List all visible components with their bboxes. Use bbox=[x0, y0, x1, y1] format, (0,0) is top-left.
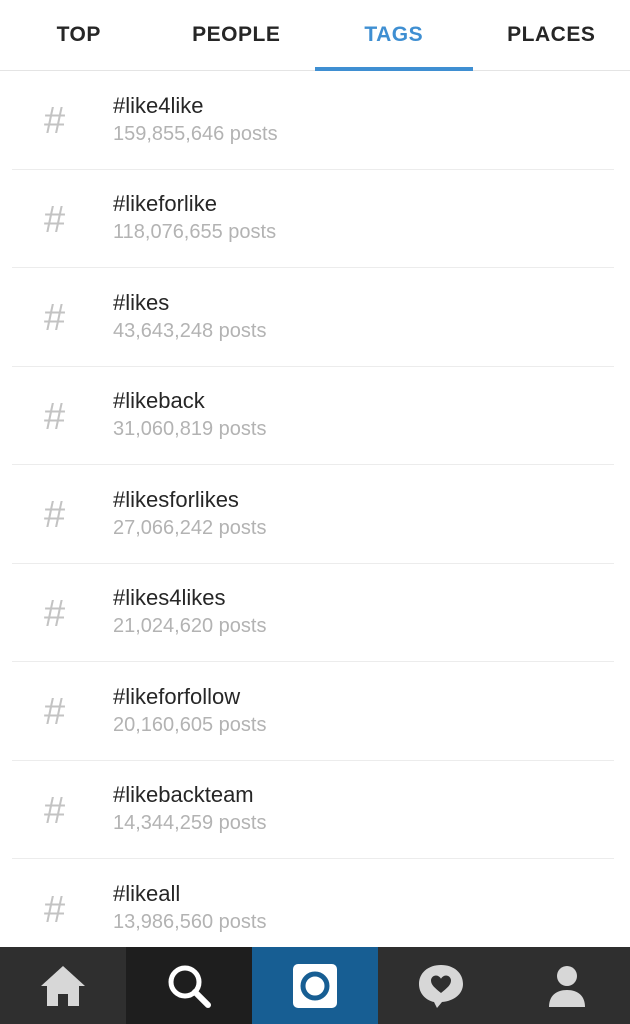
nav-home-button[interactable] bbox=[0, 947, 126, 1024]
tag-result-row[interactable]: # #likes4likes 21,024,620 posts bbox=[12, 564, 614, 662]
hashtag-icon: # bbox=[44, 494, 66, 537]
hashtag-icon: # bbox=[44, 395, 66, 438]
tag-name: #likes4likes bbox=[113, 585, 226, 611]
hashtag-icon: # bbox=[44, 691, 66, 734]
tag-post-count: 159,855,646 posts bbox=[113, 122, 278, 145]
hashtag-icon: # bbox=[44, 297, 66, 340]
tab-places[interactable]: PLACES bbox=[473, 0, 630, 70]
tag-name: #like4like bbox=[113, 92, 204, 118]
tag-result-row[interactable]: # #like4like 159,855,646 posts bbox=[12, 71, 614, 170]
nav-search-button[interactable] bbox=[126, 947, 252, 1024]
tag-name: #likesforlikes bbox=[113, 486, 239, 512]
search-category-tabs: TOP PEOPLE TAGS PLACES bbox=[0, 0, 630, 71]
tag-result-text: #like4like 159,855,646 posts bbox=[102, 92, 278, 148]
tag-name: #likeforlike bbox=[113, 191, 217, 217]
hashtag-icon: # bbox=[44, 592, 66, 635]
tag-result-row[interactable]: # #likeall 13,986,560 posts bbox=[12, 859, 614, 947]
tag-result-text: #likesforlikes 27,066,242 posts bbox=[102, 486, 266, 542]
tag-post-count: 27,066,242 posts bbox=[113, 516, 267, 539]
nav-activity-button[interactable] bbox=[378, 947, 504, 1024]
tag-result-text: #likes4likes 21,024,620 posts bbox=[102, 584, 266, 640]
tag-result-text: #likeall 13,986,560 posts bbox=[102, 880, 266, 936]
tag-result-row[interactable]: # #likeforlike 118,076,655 posts bbox=[12, 170, 614, 268]
tab-top[interactable]: TOP bbox=[0, 0, 158, 70]
search-icon bbox=[168, 965, 211, 1008]
tag-result-row[interactable]: # #likeforfollow 20,160,605 posts bbox=[12, 662, 614, 761]
tag-result-text: #likes 43,643,248 posts bbox=[102, 289, 266, 345]
tag-post-count: 14,344,259 posts bbox=[113, 812, 267, 835]
tag-results-list: # #like4like 159,855,646 posts # #likefo… bbox=[0, 71, 630, 947]
tab-tags[interactable]: TAGS bbox=[315, 0, 473, 71]
hashtag-icon: # bbox=[44, 100, 66, 143]
tag-name: #likeall bbox=[113, 881, 181, 907]
tag-result-text: #likeforfollow 20,160,605 posts bbox=[102, 683, 266, 739]
hashtag-icon: # bbox=[44, 888, 66, 931]
nav-profile-button[interactable] bbox=[504, 947, 630, 1024]
tag-post-count: 118,076,655 posts bbox=[113, 221, 277, 244]
tag-post-count: 43,643,248 posts bbox=[113, 319, 267, 342]
tag-post-count: 13,986,560 posts bbox=[113, 911, 267, 934]
home-icon bbox=[41, 965, 85, 1006]
tag-post-count: 20,160,605 posts bbox=[113, 713, 267, 736]
activity-heart-icon bbox=[419, 964, 463, 1008]
tag-result-row[interactable]: # #likebackteam 14,344,259 posts bbox=[12, 761, 614, 859]
tag-name: #likes bbox=[113, 289, 170, 315]
tag-result-text: #likeforlike 118,076,655 posts bbox=[102, 190, 276, 246]
tag-post-count: 31,060,819 posts bbox=[113, 418, 267, 441]
profile-icon bbox=[549, 965, 585, 1007]
tab-people[interactable]: PEOPLE bbox=[158, 0, 316, 70]
tag-name: #likeback bbox=[113, 388, 205, 414]
hashtag-icon: # bbox=[44, 198, 66, 241]
tag-result-text: #likebackteam 14,344,259 posts bbox=[102, 781, 266, 837]
tag-result-row[interactable]: # #likeback 31,060,819 posts bbox=[12, 367, 614, 465]
tag-result-row[interactable]: # #likesforlikes 27,066,242 posts bbox=[12, 465, 614, 564]
hashtag-icon: # bbox=[44, 789, 66, 832]
bottom-navigation-bar bbox=[0, 947, 630, 1024]
tag-result-row[interactable]: # #likes 43,643,248 posts bbox=[12, 268, 614, 367]
tag-post-count: 21,024,620 posts bbox=[113, 615, 267, 638]
nav-camera-button[interactable] bbox=[252, 947, 378, 1024]
tag-name: #likeforfollow bbox=[113, 683, 241, 709]
camera-icon bbox=[293, 963, 337, 1008]
tag-name: #likebackteam bbox=[113, 782, 254, 808]
tag-result-text: #likeback 31,060,819 posts bbox=[102, 387, 266, 443]
